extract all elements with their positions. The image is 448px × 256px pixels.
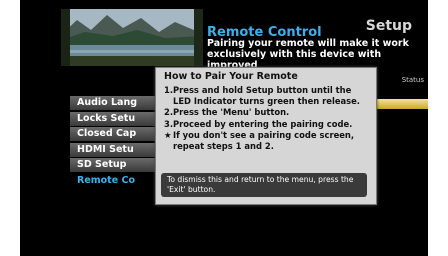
status-label: Status — [401, 76, 424, 84]
step-item: ★ If you don't see a pairing code screen… — [164, 130, 372, 151]
step-item: 1. Press and hold Setup button until the… — [164, 85, 372, 106]
menu-item-closed-captions[interactable]: Closed Cap — [70, 127, 160, 141]
dismiss-instructions: To dismiss this and return to the menu, … — [161, 173, 367, 197]
step-text: If you don't see a pairing code screen, … — [173, 130, 355, 151]
steps-list: 1. Press and hold Setup button until the… — [164, 85, 372, 153]
step-text: Press the 'Menu' button. — [173, 107, 290, 118]
landscape-thumbnail — [61, 9, 203, 66]
star-icon: ★ — [164, 130, 172, 141]
menu-item-remote-control[interactable]: Remote Co — [70, 174, 160, 188]
step-item: 3. Proceed by entering the pairing code. — [164, 119, 372, 130]
setup-menu: Audio Lang Locks Setu Closed Cap HDMI Se… — [70, 96, 160, 189]
menu-item-locks-setup[interactable]: Locks Setu — [70, 111, 160, 126]
dialog-title: How to Pair Your Remote — [164, 71, 298, 82]
section-title: Setup — [365, 18, 412, 34]
step-marker: 3. — [164, 118, 174, 129]
menu-item-hdmi-setup[interactable]: HDMI Setu — [70, 142, 160, 157]
menu-item-sd-setup[interactable]: SD Setup — [70, 158, 160, 172]
step-text: Press and hold Setup button until the LE… — [173, 85, 360, 106]
tv-screen: Remote Control Setup Pairing your remote… — [20, 0, 428, 256]
menu-item-audio-language[interactable]: Audio Lang — [70, 96, 160, 110]
step-item: 2. Press the 'Menu' button. — [164, 107, 372, 118]
pairing-instructions-dialog: How to Pair Your Remote 1. Press and hol… — [155, 67, 377, 205]
status-bar — [368, 99, 428, 109]
step-marker: 2. — [164, 107, 174, 118]
step-text: Proceed by entering the pairing code. — [173, 118, 353, 129]
step-marker: 1. — [164, 85, 174, 95]
